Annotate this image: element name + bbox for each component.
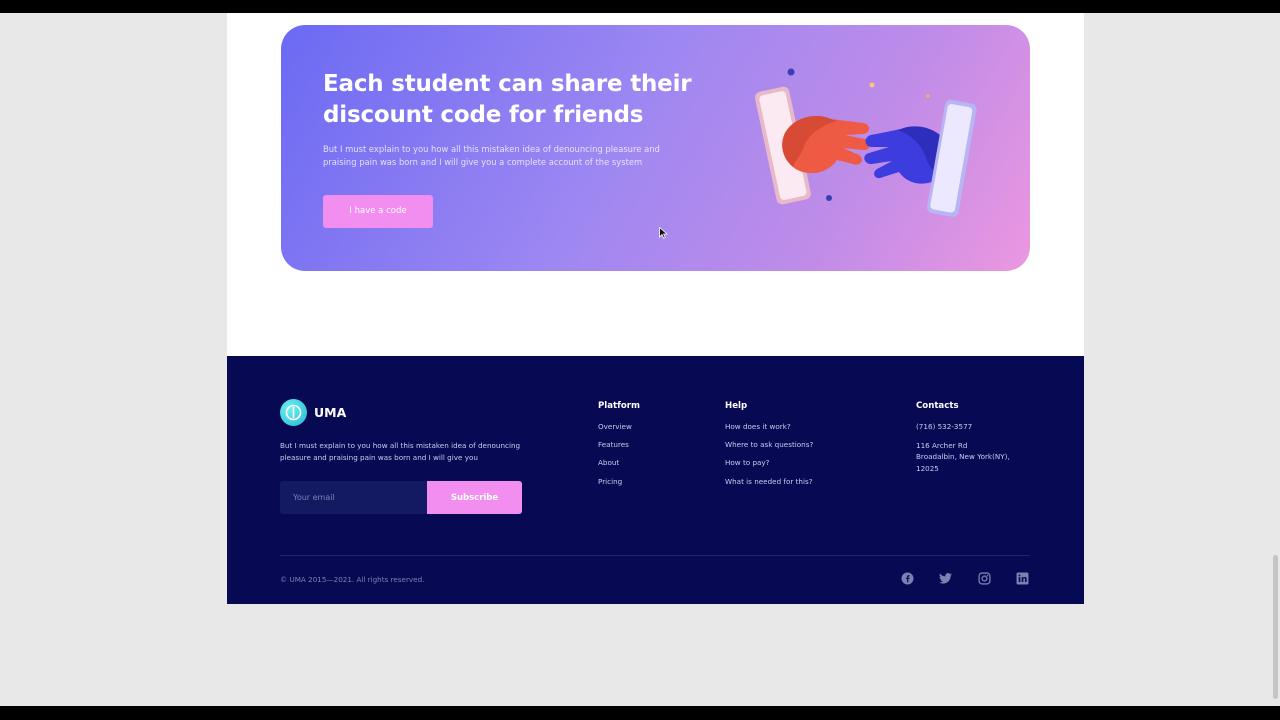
help-column: Help How does it work? Where to ask ques…: [725, 401, 813, 494]
footer-divider: [280, 555, 1030, 556]
contact-address-line3: 12025: [916, 463, 939, 473]
help-title: Help: [725, 401, 748, 411]
contact-address-line2: Broadalbin, New York(NY),: [916, 452, 1010, 461]
have-code-button[interactable]: I have a code: [323, 195, 433, 228]
page-content: Each student can share their discount co…: [227, 13, 1084, 604]
footer-description: But I must explain to you how all this m…: [280, 441, 521, 462]
footer-link-how-it-works[interactable]: How does it work?: [725, 421, 813, 432]
footer-link-pricing[interactable]: Pricing: [598, 476, 640, 487]
footer-link-features[interactable]: Features: [598, 439, 640, 450]
scrollbar-thumb[interactable]: [1273, 555, 1278, 699]
copyright-text: © UMA 2015—2021. All rights reserved.: [280, 575, 425, 584]
social-links: [900, 571, 1030, 585]
twitter-icon[interactable]: [939, 571, 953, 585]
platform-column: Platform Overview Features About Pricing: [598, 401, 640, 494]
footer-link-about[interactable]: About: [598, 457, 640, 468]
contacts-column: Contacts (716) 532-3577 116 Archer Rd Br…: [916, 401, 1010, 474]
logo-text: UMA: [314, 405, 347, 420]
instagram-icon[interactable]: [977, 571, 991, 585]
platform-title: Platform: [598, 401, 640, 411]
hands-reaching-through-phones-icon: [754, 68, 977, 217]
footer-link-ask-questions[interactable]: Where to ask questions?: [725, 439, 813, 450]
contacts-title: Contacts: [916, 401, 959, 411]
footer-logo[interactable]: UMA: [280, 399, 346, 426]
contact-phone[interactable]: (716) 532-3577: [916, 421, 1010, 433]
bottom-black-bar: [0, 706, 1280, 720]
vertical-scrollbar[interactable]: [1270, 13, 1280, 706]
facebook-icon[interactable]: [900, 571, 914, 585]
promo-description: But I must explain to you how all this m…: [323, 144, 660, 167]
subscribe-button[interactable]: Subscribe: [427, 481, 522, 514]
promo-banner: Each student can share their discount co…: [281, 25, 1030, 271]
footer-link-overview[interactable]: Overview: [598, 421, 640, 432]
promo-title: Each student can share their discount co…: [323, 71, 692, 128]
subscribe-form: Subscribe: [280, 481, 522, 514]
contact-address-line1: 116 Archer Rd: [916, 440, 968, 450]
top-black-bar: [0, 0, 1280, 13]
footer-link-how-to-pay[interactable]: How to pay?: [725, 457, 813, 468]
uma-logo-icon: [280, 399, 307, 426]
linkedin-icon[interactable]: [1016, 571, 1030, 585]
footer-link-requirements[interactable]: What is needed for this?: [725, 476, 813, 487]
site-footer: UMA But I must explain to you how all th…: [227, 356, 1084, 604]
email-field[interactable]: [280, 481, 427, 514]
mouse-cursor-icon: [659, 224, 669, 243]
